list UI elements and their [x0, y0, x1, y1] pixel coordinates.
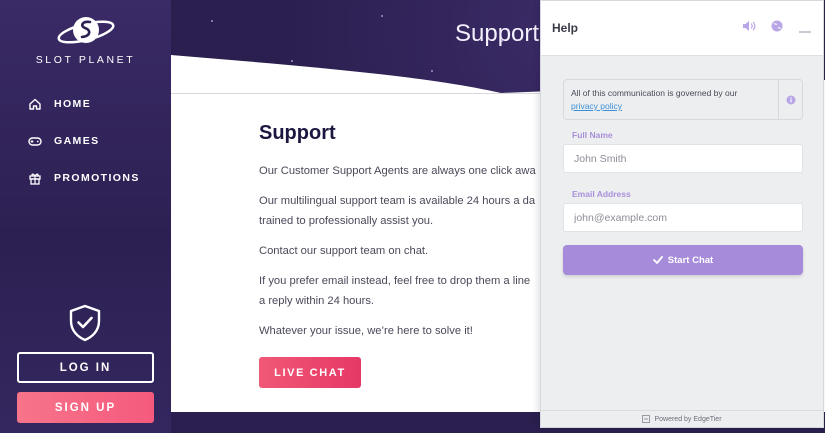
language-globe-icon[interactable]	[770, 19, 784, 33]
nav-item-home[interactable]: HOME	[28, 95, 140, 113]
home-icon	[28, 97, 42, 111]
live-chat-button[interactable]: LIVE CHAT	[259, 357, 361, 388]
powered-by-text: Powered by EdgeTier	[654, 415, 722, 423]
email-input[interactable]	[563, 203, 803, 232]
email-label: Email Address	[572, 189, 631, 199]
nav-item-promotions[interactable]: PROMOTIONS	[28, 169, 140, 187]
nav-label-games: GAMES	[54, 135, 100, 147]
info-icon[interactable]	[778, 80, 802, 119]
paragraph-solve: Whatever your issue, we’re here to solve…	[259, 325, 473, 337]
planet-logo-icon	[57, 17, 114, 44]
chat-title: Help	[552, 21, 579, 35]
full-name-input[interactable]	[563, 144, 803, 173]
nav-label-home: HOME	[54, 98, 92, 110]
start-chat-label: Start Chat	[667, 254, 714, 266]
privacy-notice-text: All of this communication is governed by…	[571, 87, 737, 113]
sidebar: SLOT PLANET HOME GAMES PROMOTIONS LOG IN…	[0, 0, 171, 433]
signup-button[interactable]: SIGN UP	[17, 392, 154, 423]
shield-check-icon	[68, 304, 102, 347]
nav-item-games[interactable]: GAMES	[28, 132, 140, 150]
main-nav: HOME GAMES PROMOTIONS	[28, 95, 140, 206]
paragraph-email-line1: If you prefer email instead, feel free t…	[259, 275, 531, 287]
paragraph-multilingual-line1: Our multilingual support team is availab…	[259, 195, 536, 207]
checkmark-icon	[652, 256, 663, 264]
page-title: Support	[259, 122, 336, 144]
paragraph-email: If you prefer email instead, feel free t…	[259, 271, 541, 311]
chat-header: Help	[541, 1, 823, 56]
brand-logo[interactable]: SLOT PLANET	[0, 12, 171, 66]
gift-icon	[28, 171, 42, 185]
privacy-notice: All of this communication is governed by…	[563, 79, 803, 120]
paragraph-agents: Our Customer Support Agents are always o…	[259, 165, 536, 177]
privacy-policy-link[interactable]: privacy policy	[571, 101, 622, 111]
paragraph-contact: Contact our support team on chat.	[259, 245, 429, 257]
hero-title: Support	[455, 20, 540, 47]
sound-icon[interactable]	[741, 19, 757, 33]
full-name-label: Full Name	[572, 130, 613, 140]
minimize-icon[interactable]	[799, 30, 811, 34]
brand-name: SLOT PLANET	[35, 54, 136, 66]
support-article: Support Our Customer Support Agents are …	[259, 122, 541, 351]
paragraph-multilingual: Our multilingual support team is availab…	[259, 191, 541, 231]
nav-label-promotions: PROMOTIONS	[54, 172, 140, 184]
privacy-notice-message: All of this communication is governed by…	[571, 88, 738, 98]
gamepad-icon	[28, 134, 42, 148]
start-chat-button[interactable]: Start Chat	[563, 245, 803, 275]
login-button[interactable]: LOG IN	[17, 352, 154, 383]
chat-widget: Help All of this communication is govern…	[540, 0, 824, 428]
edgetier-logo-icon	[642, 415, 651, 423]
paragraph-email-line2: a reply within 24 hours.	[259, 295, 375, 307]
powered-by-footer: Powered by EdgeTier	[541, 410, 823, 427]
paragraph-multilingual-line2: trained to professionally assist you.	[259, 215, 434, 227]
